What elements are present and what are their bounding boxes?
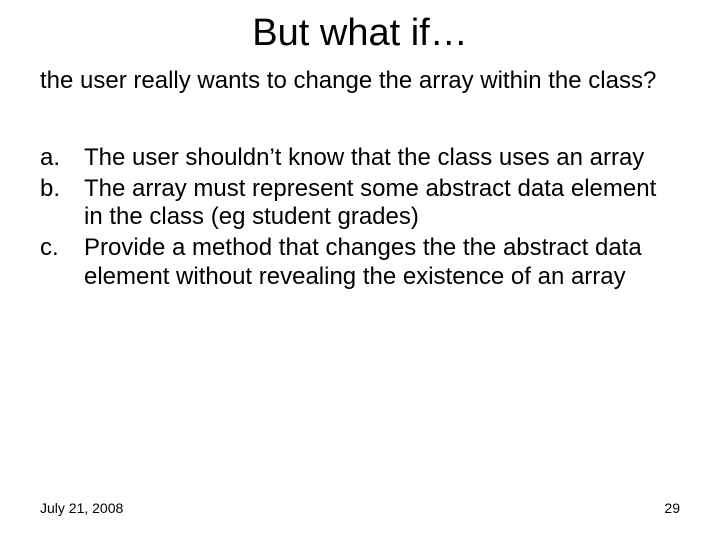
list-item: b. The array must represent some abstrac… bbox=[40, 175, 680, 233]
slide: But what if… the user really wants to ch… bbox=[0, 0, 720, 540]
list-text: The array must represent some abstract d… bbox=[84, 175, 680, 233]
list-text: Provide a method that changes the the ab… bbox=[84, 234, 680, 292]
footer-date: July 21, 2008 bbox=[40, 500, 123, 516]
list-marker: c. bbox=[40, 234, 84, 292]
slide-body: the user really wants to change the arra… bbox=[0, 61, 720, 292]
footer-page-number: 29 bbox=[664, 500, 680, 516]
list-text: The user shouldn’t know that the class u… bbox=[84, 144, 680, 173]
list-marker: b. bbox=[40, 175, 84, 233]
slide-title: But what if… bbox=[0, 0, 720, 61]
list-item: a. The user shouldn’t know that the clas… bbox=[40, 144, 680, 173]
list-item: c. Provide a method that changes the the… bbox=[40, 234, 680, 292]
intro-text: the user really wants to change the arra… bbox=[40, 67, 680, 96]
ordered-list: a. The user shouldn’t know that the clas… bbox=[40, 144, 680, 292]
list-marker: a. bbox=[40, 144, 84, 173]
